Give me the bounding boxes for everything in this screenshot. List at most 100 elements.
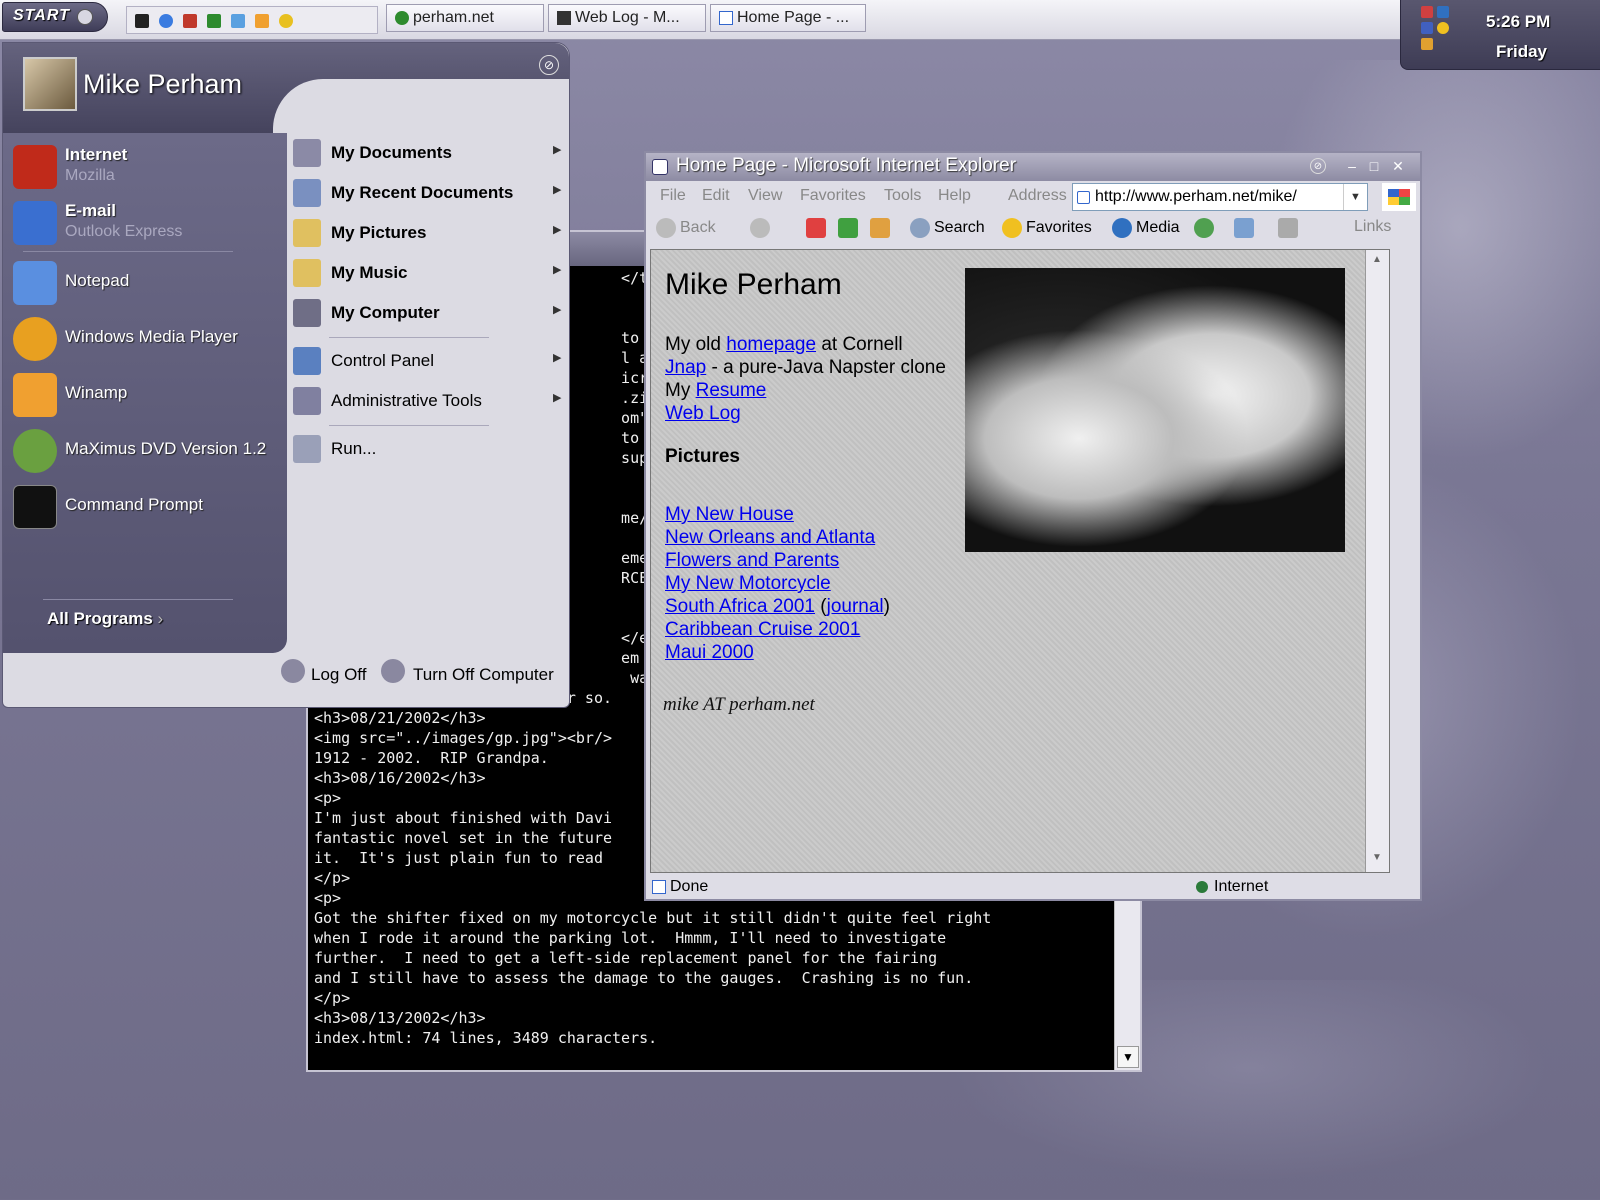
home-button[interactable]	[870, 218, 894, 238]
browser-titlebar[interactable]: Home Page - Microsoft Internet Explorer …	[646, 153, 1420, 181]
print-button[interactable]	[1278, 218, 1302, 238]
theme-orb-icon[interactable]: ⊘	[539, 55, 559, 75]
task-button-homepage[interactable]: Home Page - ...	[710, 4, 866, 32]
chevron-right-icon: ▶	[553, 264, 562, 276]
favorites-button[interactable]: Favorites	[1002, 218, 1092, 238]
picture-link-maui[interactable]: Maui 2000	[665, 642, 754, 663]
browser-title: Home Page - Microsoft Internet Explorer	[676, 155, 1017, 176]
cmd-icon[interactable]	[135, 14, 149, 28]
place-my-pictures[interactable]: My Pictures ▶	[291, 215, 561, 251]
address-field[interactable]: http://www.perham.net/mike/ ▼	[1072, 183, 1368, 211]
forward-button[interactable]	[750, 218, 774, 238]
task-button-weblog[interactable]: Web Log - M...	[548, 4, 706, 32]
tree-icon[interactable]	[207, 14, 221, 28]
close-icon[interactable]: ✕	[1390, 158, 1406, 174]
search-button[interactable]: Search	[910, 218, 985, 238]
place-my-music[interactable]: My Music ▶	[291, 255, 562, 291]
picture-link-caribbean[interactable]: Caribbean Cruise 2001	[665, 619, 860, 640]
item-sub: Outlook Express	[65, 223, 183, 240]
homepage-link[interactable]: homepage	[726, 334, 816, 355]
place-my-documents[interactable]: My Documents ▶	[291, 135, 561, 171]
recent-notepad[interactable]: Notepad	[11, 257, 281, 307]
mail-button[interactable]	[1234, 218, 1258, 238]
recent-media-player[interactable]: Windows Media Player	[11, 313, 281, 363]
tray-winamp-icon[interactable]	[1421, 38, 1433, 50]
media-player-icon	[13, 317, 57, 361]
recent-dvd[interactable]: MaXimus DVD Version 1.2	[11, 425, 281, 475]
pinned-email[interactable]: E-mail Outlook Express	[11, 197, 281, 247]
tray-messenger-icon[interactable]	[1437, 22, 1449, 34]
winamp-icon	[13, 373, 57, 417]
text: - a pure-Java Napster clone	[706, 357, 946, 378]
run-item[interactable]: Run...	[291, 431, 559, 467]
address-url[interactable]: http://www.perham.net/mike/	[1095, 188, 1297, 205]
recent-command-prompt[interactable]: Command Prompt	[11, 481, 281, 531]
recent-winamp[interactable]: Winamp	[11, 369, 281, 419]
maximize-icon[interactable]: □	[1366, 158, 1382, 174]
separator	[329, 425, 489, 426]
menu-file[interactable]: File	[660, 187, 686, 205]
scroll-up-arrow-icon[interactable]: ▲	[1369, 254, 1385, 270]
picture-link-house[interactable]: My New House	[665, 504, 794, 525]
home-icon	[870, 218, 890, 238]
picture-link-new-orleans[interactable]: New Orleans and Atlanta	[665, 527, 875, 548]
winamp-icon[interactable]	[255, 14, 269, 28]
menu-edit[interactable]: Edit	[702, 187, 730, 205]
all-programs-button[interactable]: All Programs ›	[47, 609, 163, 629]
status-bar: Done Internet	[646, 875, 1420, 899]
turn-off-button[interactable]: Turn Off Computer	[413, 665, 554, 685]
system-control-panel[interactable]: Control Panel ▶	[291, 343, 561, 379]
item-sub: Mozilla	[65, 167, 115, 184]
tray-app-icon[interactable]	[1437, 6, 1449, 18]
media-button[interactable]: Media	[1112, 218, 1180, 238]
place-recent-documents[interactable]: My Recent Documents ▶	[291, 175, 561, 211]
ie2-icon[interactable]	[231, 14, 245, 28]
ie-icon[interactable]	[159, 14, 173, 28]
minimize-icon[interactable]: –	[1344, 158, 1360, 174]
links-button[interactable]: Links	[1354, 218, 1391, 236]
refresh-icon	[838, 218, 858, 238]
pictures-heading: Pictures	[665, 446, 740, 467]
picture-link-motorcycle[interactable]: My New Motorcycle	[665, 573, 831, 594]
journal-link[interactable]: journal	[827, 596, 884, 617]
picture-link-flowers[interactable]: Flowers and Parents	[665, 550, 839, 571]
tray-volume-icon[interactable]	[1421, 22, 1433, 34]
menu-favorites[interactable]: Favorites	[800, 187, 866, 205]
resume-link[interactable]: Resume	[696, 380, 767, 401]
clock-time[interactable]: 5:26 PM	[1486, 12, 1550, 32]
theme-orb-icon[interactable]: ⊘	[1310, 158, 1326, 174]
system-admin-tools[interactable]: Administrative Tools ▶	[291, 383, 561, 419]
back-button[interactable]: Back	[656, 218, 716, 238]
browser-window: Home Page - Microsoft Internet Explorer …	[644, 151, 1422, 901]
weblog-link[interactable]: Web Log	[665, 403, 741, 424]
history-button[interactable]	[1194, 218, 1218, 238]
menu-tools[interactable]: Tools	[884, 187, 921, 205]
log-off-button[interactable]: Log Off	[311, 665, 366, 685]
menu-view[interactable]: View	[748, 187, 782, 205]
search-icon	[910, 218, 930, 238]
app-icon[interactable]	[183, 14, 197, 28]
cmd-icon	[13, 485, 57, 529]
place-my-computer[interactable]: My Computer ▶	[291, 295, 561, 331]
start-button[interactable]: START	[2, 2, 108, 32]
media-player-icon[interactable]	[279, 14, 293, 28]
page-scrollbar[interactable]: ▲ ▼	[1365, 250, 1389, 872]
status-text: Done	[670, 878, 709, 895]
menu-help[interactable]: Help	[938, 187, 971, 205]
tray-network-icon[interactable]	[1421, 6, 1433, 18]
scroll-down-arrow-icon[interactable]: ▼	[1369, 852, 1385, 868]
scroll-down-arrow-icon[interactable]: ▼	[1117, 1046, 1139, 1068]
mail-icon	[1234, 218, 1254, 238]
chevron-down-icon[interactable]: ▼	[1343, 184, 1367, 210]
item-label: E-mail	[65, 201, 117, 220]
jnap-link[interactable]: Jnap	[665, 357, 706, 378]
task-button-perham[interactable]: perham.net	[386, 4, 544, 32]
refresh-button[interactable]	[838, 218, 862, 238]
all-programs-label: All Programs	[47, 609, 153, 628]
run-icon	[293, 435, 321, 463]
pictures-item: Flowers and Parents	[665, 550, 839, 572]
admin-tools-icon	[293, 387, 321, 415]
picture-link-south-africa[interactable]: South Africa 2001	[665, 596, 815, 617]
stop-button[interactable]	[806, 218, 830, 238]
pinned-internet[interactable]: Internet Mozilla	[11, 141, 281, 191]
